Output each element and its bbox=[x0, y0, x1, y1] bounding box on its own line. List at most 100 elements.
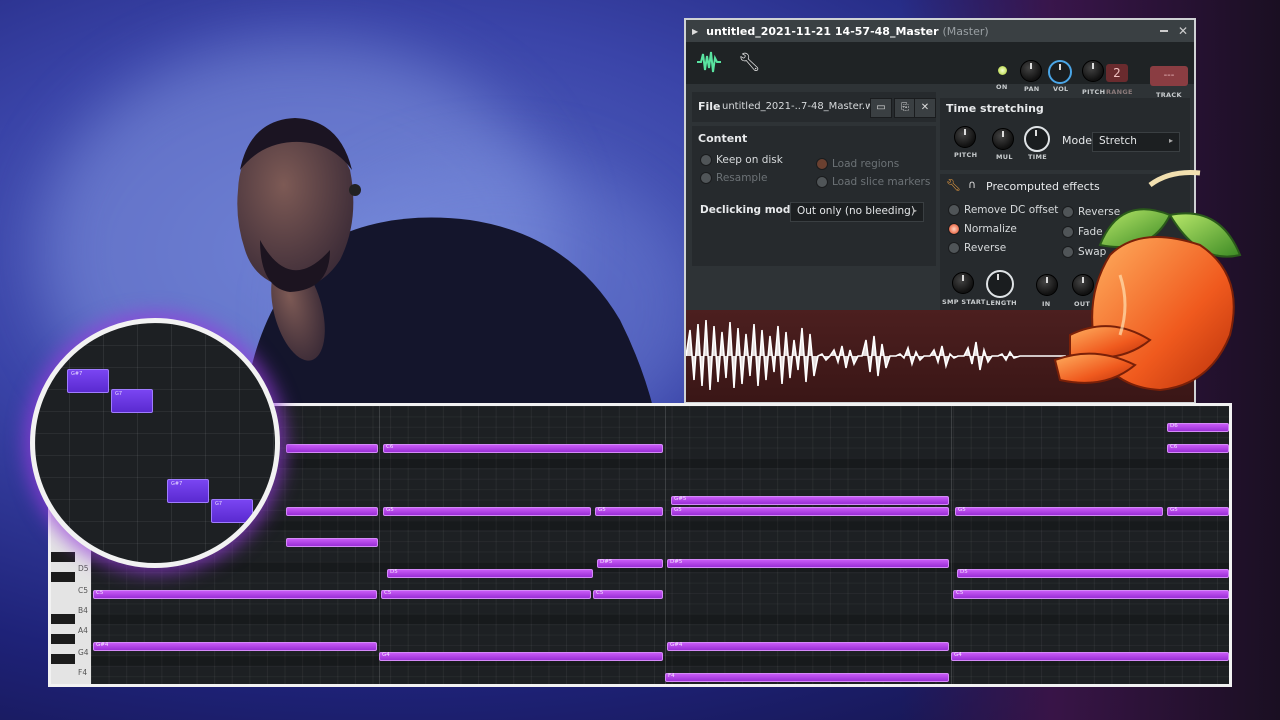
magnified-note: G#7 bbox=[167, 479, 209, 503]
piano-roll-note[interactable]: D5 bbox=[957, 569, 1229, 578]
stretch-pitch-label: PITCH bbox=[954, 151, 978, 159]
note-label: D5 bbox=[390, 569, 398, 575]
note-label: G5 bbox=[598, 506, 606, 513]
bar-line bbox=[951, 406, 952, 684]
length-knob[interactable] bbox=[986, 270, 1014, 298]
window-titlebar[interactable]: ▶ untitled_2021-11-21 14-57-48_Master (M… bbox=[686, 20, 1194, 42]
piano-roll-note[interactable]: G#4 bbox=[667, 641, 949, 651]
piano-roll-note[interactable]: D6 bbox=[1167, 423, 1229, 433]
black-key[interactable] bbox=[51, 614, 75, 624]
track-selector[interactable]: --- bbox=[1150, 66, 1188, 86]
reverse-option[interactable]: Reverse bbox=[948, 242, 1006, 254]
remove-dc-radio[interactable] bbox=[948, 204, 960, 216]
piano-roll-note[interactable]: C5 bbox=[381, 589, 591, 599]
magnifier-grid bbox=[35, 323, 275, 563]
file-panel: File untitled_2021-..7-48_Master.wav ▭ ⎘… bbox=[692, 92, 936, 122]
normalize-radio[interactable] bbox=[948, 223, 960, 235]
piano-roll-note[interactable]: G#5 bbox=[671, 496, 949, 506]
load-slice-markers-option[interactable]: Load slice markers bbox=[816, 176, 930, 188]
piano-roll-note[interactable]: G4 bbox=[379, 652, 663, 662]
save-file-icon[interactable]: ⎘ bbox=[894, 98, 916, 118]
chevron-right-icon: ▸ bbox=[912, 206, 917, 215]
normalize-option[interactable]: Normalize bbox=[948, 223, 1017, 235]
piano-roll-note[interactable]: D#5 bbox=[597, 558, 663, 568]
key-label-f4: F4 bbox=[78, 668, 88, 677]
close-icon[interactable]: ✕ bbox=[1178, 24, 1188, 38]
content-header: Content bbox=[698, 132, 748, 145]
time-stretching-panel: Time stretching PITCH MUL TIME Mode Stre… bbox=[940, 98, 1190, 170]
pitch-range-box[interactable]: 2 bbox=[1106, 64, 1128, 82]
keep-on-disk-radio[interactable] bbox=[700, 154, 712, 166]
piano-roll-note[interactable] bbox=[286, 506, 378, 516]
declicking-mode-select[interactable]: Out only (no bleeding) ▸ bbox=[790, 202, 924, 222]
piano-roll-note[interactable]: C6 bbox=[383, 444, 663, 454]
piano-roll-note[interactable]: D5 bbox=[387, 569, 593, 578]
volume-knob[interactable] bbox=[1048, 60, 1072, 84]
mode-label: Mode bbox=[1062, 134, 1092, 147]
piano-roll-note[interactable]: C5 bbox=[593, 589, 663, 599]
piano-roll-note[interactable]: C5 bbox=[93, 589, 377, 599]
load-regions-radio[interactable] bbox=[816, 158, 828, 170]
piano-roll-note[interactable] bbox=[286, 444, 378, 454]
black-key[interactable] bbox=[51, 572, 75, 582]
note-label: D#5 bbox=[600, 558, 613, 565]
waveform-tab-icon[interactable] bbox=[696, 50, 722, 74]
file-name: untitled_2021-..7-48_Master.wav bbox=[722, 101, 886, 112]
note-label: D#5 bbox=[670, 558, 683, 565]
piano-roll-note[interactable]: G5 bbox=[1167, 506, 1229, 516]
clear-file-icon[interactable]: ✕ bbox=[914, 98, 936, 118]
key-label-b4: B4 bbox=[78, 606, 88, 615]
content-panel: Content Keep on disk Resample Load regio… bbox=[692, 126, 936, 266]
wrench-icon: 🔧︎ bbox=[946, 178, 962, 192]
chevron-right-icon: ▸ bbox=[1168, 136, 1173, 145]
stretch-mode-select[interactable]: Stretch ▸ bbox=[1092, 132, 1180, 152]
resample-radio[interactable] bbox=[700, 172, 712, 184]
piano-roll-note[interactable]: G5 bbox=[383, 506, 591, 516]
piano-roll-note[interactable]: G5 bbox=[595, 506, 663, 516]
piano-roll-note[interactable]: G#4 bbox=[93, 641, 377, 651]
note-label: G5 bbox=[674, 506, 682, 513]
load-slice-markers-radio[interactable] bbox=[816, 176, 828, 188]
piano-roll-note[interactable]: G5 bbox=[671, 506, 949, 516]
piano-roll-note[interactable]: F4 bbox=[665, 673, 949, 682]
on-led-icon[interactable] bbox=[998, 66, 1007, 75]
sample-start-knob[interactable] bbox=[952, 272, 974, 294]
note-label: D6 bbox=[1170, 423, 1178, 430]
remove-dc-option[interactable]: Remove DC offset bbox=[948, 204, 1058, 216]
note-label: G4 bbox=[954, 652, 962, 659]
wrench-tab-icon[interactable]: 🔧︎ bbox=[738, 52, 761, 73]
piano-roll-note[interactable]: G4 bbox=[951, 652, 1229, 662]
resample-option[interactable]: Resample bbox=[700, 172, 767, 184]
note-label: C5 bbox=[956, 589, 964, 596]
open-folder-icon[interactable]: ▭ bbox=[870, 98, 892, 118]
black-key[interactable] bbox=[51, 634, 75, 644]
range-label: RANGE bbox=[1106, 88, 1133, 96]
piano-roll-note[interactable]: C6 bbox=[1167, 444, 1229, 454]
minimize-icon[interactable] bbox=[1159, 30, 1168, 32]
note-label: G5 bbox=[958, 506, 966, 513]
note-label: C5 bbox=[96, 589, 104, 596]
piano-roll-note[interactable]: D#5 bbox=[667, 558, 949, 568]
pitch-knob[interactable] bbox=[1082, 60, 1104, 82]
note-label: C5 bbox=[596, 589, 604, 596]
black-key[interactable] bbox=[51, 654, 75, 664]
keep-on-disk-option[interactable]: Keep on disk bbox=[700, 154, 783, 166]
stretch-mul-knob[interactable] bbox=[992, 128, 1014, 150]
piano-roll-note[interactable]: C5 bbox=[953, 589, 1229, 599]
magnified-note-label: G7 bbox=[115, 391, 123, 397]
load-regions-option[interactable]: Load regions bbox=[816, 158, 899, 170]
note-label: G#4 bbox=[96, 641, 109, 648]
piano-roll-note[interactable]: G5 bbox=[955, 506, 1163, 516]
headphones-icon[interactable]: ∩ bbox=[968, 178, 976, 191]
window-menu-arrow-icon[interactable]: ▶ bbox=[692, 27, 698, 36]
declicking-label: Declicking mode bbox=[700, 204, 798, 216]
key-label-c5: C5 bbox=[78, 586, 89, 595]
reverse-radio[interactable] bbox=[948, 242, 960, 254]
stretch-time-knob[interactable] bbox=[1024, 126, 1050, 152]
stretch-pitch-knob[interactable] bbox=[954, 126, 976, 148]
window-title-suffix: (Master) bbox=[942, 24, 989, 38]
magnified-note-label: G#7 bbox=[171, 481, 183, 487]
pan-knob[interactable] bbox=[1020, 60, 1042, 82]
piano-roll-note[interactable] bbox=[286, 537, 378, 547]
note-label: G5 bbox=[386, 506, 394, 513]
